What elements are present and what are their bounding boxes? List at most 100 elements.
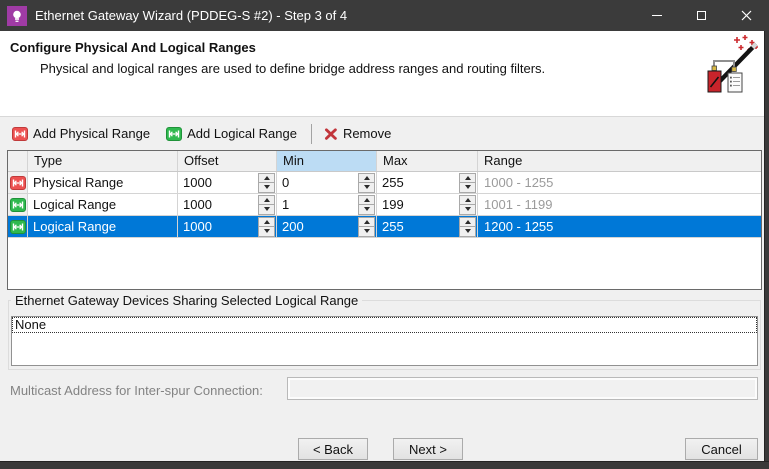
down-arrow-icon bbox=[464, 185, 471, 190]
min-spinner[interactable] bbox=[358, 172, 375, 193]
spin-up-button[interactable] bbox=[359, 218, 374, 227]
offset-value: 1000 bbox=[183, 197, 212, 212]
add-physical-range-label: Add Physical Range bbox=[33, 126, 151, 141]
min-value: 0 bbox=[282, 175, 290, 190]
row-header-cell bbox=[8, 216, 28, 237]
table-row-selected[interactable]: Logical Range 1000 200 255 1200 - 1255 bbox=[8, 216, 761, 238]
up-arrow-icon bbox=[363, 175, 370, 180]
next-button[interactable]: Next > bbox=[393, 438, 463, 460]
maximize-icon bbox=[697, 11, 706, 20]
multicast-input bbox=[287, 377, 758, 400]
column-header-type[interactable]: Type bbox=[28, 151, 178, 171]
cancel-button[interactable]: Cancel bbox=[685, 438, 758, 460]
max-cell[interactable]: 255 bbox=[377, 172, 478, 193]
max-spinner[interactable] bbox=[459, 172, 476, 193]
spin-up-button[interactable] bbox=[259, 196, 274, 205]
column-header-max[interactable]: Max bbox=[377, 151, 478, 171]
type-cell: Logical Range bbox=[28, 194, 178, 215]
offset-spinner[interactable] bbox=[258, 216, 275, 237]
close-icon bbox=[741, 10, 752, 21]
spin-down-button[interactable] bbox=[460, 183, 475, 192]
logical-range-icon bbox=[9, 219, 26, 234]
spin-down-button[interactable] bbox=[359, 183, 374, 192]
list-item[interactable]: None bbox=[12, 317, 757, 333]
down-arrow-icon bbox=[263, 207, 270, 212]
spin-down-button[interactable] bbox=[259, 227, 274, 236]
add-logical-range-button[interactable]: Add Logical Range bbox=[162, 123, 301, 144]
up-arrow-icon bbox=[363, 219, 370, 224]
down-arrow-icon bbox=[363, 207, 370, 212]
page-title: Configure Physical And Logical Ranges bbox=[10, 40, 256, 55]
ranges-table: Type Offset Min Max Range Physical Range… bbox=[7, 150, 762, 290]
min-spinner[interactable] bbox=[358, 216, 375, 237]
spin-up-button[interactable] bbox=[460, 196, 475, 205]
row-header-cell bbox=[8, 172, 28, 193]
maximize-button[interactable] bbox=[679, 0, 724, 31]
spin-down-button[interactable] bbox=[359, 205, 374, 214]
offset-cell[interactable]: 1000 bbox=[178, 194, 277, 215]
max-cell[interactable]: 255 bbox=[377, 216, 478, 237]
max-spinner[interactable] bbox=[459, 194, 476, 215]
add-logical-range-label: Add Logical Range bbox=[187, 126, 297, 141]
physical-range-icon bbox=[9, 175, 26, 190]
spin-up-button[interactable] bbox=[259, 218, 274, 227]
sharing-listbox[interactable]: None bbox=[11, 316, 758, 366]
column-header-min[interactable]: Min bbox=[277, 151, 377, 171]
table-row[interactable]: Logical Range 1000 1 199 1001 - 1199 bbox=[8, 194, 761, 216]
corner-header-cell[interactable] bbox=[8, 151, 28, 171]
offset-value: 1000 bbox=[183, 219, 212, 234]
back-button[interactable]: < Back bbox=[298, 438, 368, 460]
spin-up-button[interactable] bbox=[460, 218, 475, 227]
min-spinner[interactable] bbox=[358, 194, 375, 215]
spin-down-button[interactable] bbox=[259, 183, 274, 192]
wizard-dialog: Ethernet Gateway Wizard (PDDEG-S #2) - S… bbox=[0, 0, 769, 469]
spin-down-button[interactable] bbox=[460, 227, 475, 236]
multicast-label: Multicast Address for Inter-spur Connect… bbox=[10, 383, 263, 398]
offset-cell[interactable]: 1000 bbox=[178, 216, 277, 237]
sharing-groupbox: Ethernet Gateway Devices Sharing Selecte… bbox=[8, 293, 761, 370]
offset-cell[interactable]: 1000 bbox=[178, 172, 277, 193]
type-cell: Logical Range bbox=[28, 216, 178, 237]
offset-value: 1000 bbox=[183, 175, 212, 190]
sharing-groupbox-title: Ethernet Gateway Devices Sharing Selecte… bbox=[11, 293, 363, 308]
min-cell[interactable]: 0 bbox=[277, 172, 377, 193]
spin-down-button[interactable] bbox=[460, 205, 475, 214]
down-arrow-icon bbox=[464, 229, 471, 234]
spin-down-button[interactable] bbox=[359, 227, 374, 236]
logical-range-icon bbox=[9, 197, 26, 212]
min-cell[interactable]: 1 bbox=[277, 194, 377, 215]
header-panel: Configure Physical And Logical Ranges Ph… bbox=[0, 31, 764, 117]
offset-spinner[interactable] bbox=[258, 172, 275, 193]
up-arrow-icon bbox=[363, 197, 370, 202]
table-row[interactable]: Physical Range 1000 0 255 1000 - 1255 bbox=[8, 172, 761, 194]
spin-up-button[interactable] bbox=[460, 174, 475, 183]
max-value: 255 bbox=[382, 175, 404, 190]
titlebar: Ethernet Gateway Wizard (PDDEG-S #2) - S… bbox=[0, 0, 769, 31]
logical-range-icon bbox=[166, 126, 183, 141]
min-cell[interactable]: 200 bbox=[277, 216, 377, 237]
add-physical-range-button[interactable]: Add Physical Range bbox=[8, 123, 154, 144]
down-arrow-icon bbox=[363, 229, 370, 234]
max-value: 199 bbox=[382, 197, 404, 212]
up-arrow-icon bbox=[464, 197, 471, 202]
offset-spinner[interactable] bbox=[258, 194, 275, 215]
column-header-range[interactable]: Range bbox=[478, 151, 761, 171]
close-button[interactable] bbox=[724, 0, 769, 31]
window-frame-right bbox=[764, 31, 769, 469]
spin-down-button[interactable] bbox=[259, 205, 274, 214]
max-spinner[interactable] bbox=[459, 216, 476, 237]
minimize-button[interactable] bbox=[634, 0, 679, 31]
range-cell: 1200 - 1255 bbox=[484, 219, 554, 234]
wizard-wand-icon bbox=[706, 34, 760, 99]
spin-up-button[interactable] bbox=[359, 174, 374, 183]
range-cell: 1000 - 1255 bbox=[484, 175, 554, 190]
window-title: Ethernet Gateway Wizard (PDDEG-S #2) - S… bbox=[35, 8, 348, 23]
column-header-offset[interactable]: Offset bbox=[178, 151, 277, 171]
range-cell: 1001 - 1199 bbox=[484, 197, 553, 212]
max-cell[interactable]: 199 bbox=[377, 194, 478, 215]
remove-button[interactable]: Remove bbox=[320, 123, 395, 144]
page-subtitle: Physical and logical ranges are used to … bbox=[40, 61, 546, 76]
up-arrow-icon bbox=[464, 175, 471, 180]
spin-up-button[interactable] bbox=[259, 174, 274, 183]
spin-up-button[interactable] bbox=[359, 196, 374, 205]
